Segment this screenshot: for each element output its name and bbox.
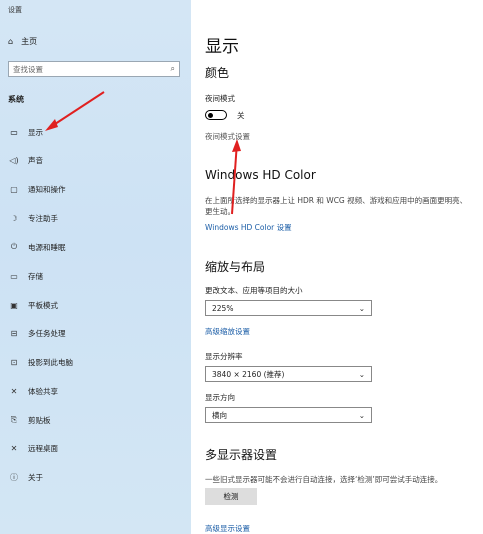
hdr-description: 在上面所选择的显示器上让 HDR 和 WCG 视频、游戏和应用中的画面更明亮、更… (205, 196, 468, 216)
sidebar-item-label: 显示 (28, 127, 43, 137)
sidebar-section-title: 系统 (8, 95, 24, 104)
info-icon: ⓘ (10, 472, 18, 482)
toggle-knob (208, 112, 213, 118)
remote-desktop-icon: ✕ (10, 443, 18, 453)
sidebar-item-project[interactable]: ⊡ 投影到此电脑 (0, 354, 191, 370)
sidebar-item-focus-assist[interactable]: ☽ 专注助手 (0, 210, 191, 226)
scale-heading: 缩放与布局 (205, 260, 266, 274)
clipboard-icon: ⎘ (10, 415, 18, 424)
search-input[interactable]: 查找设置 ⌕ (8, 61, 180, 77)
resolution-dropdown[interactable]: 3840 × 2160 (推荐) ⌄ (205, 366, 372, 382)
orientation-dropdown[interactable]: 横向 ⌄ (205, 407, 372, 423)
sidebar-item-share[interactable]: ✕ 体验共享 (0, 383, 191, 399)
multi-display-description: 一些旧式显示器可能不会进行自动连接，选择‘检测’即可尝试手动连接。 (205, 475, 443, 484)
sidebar-item-sound[interactable]: ◁) 声音 (0, 152, 191, 168)
monitor-icon: ▭ (10, 127, 18, 137)
hdr-heading: Windows HD Color (205, 168, 316, 182)
night-mode-settings-link[interactable]: 夜间模式设置 (205, 131, 250, 142)
sidebar-home-label: 主页 (21, 37, 38, 46)
sidebar-item-about[interactable]: ⓘ 关于 (0, 469, 191, 485)
scale-value: 225% (212, 303, 234, 313)
chevron-down-icon: ⌄ (358, 303, 365, 313)
sidebar-home[interactable]: ⌂ 主页 (8, 36, 37, 47)
search-placeholder: 查找设置 (13, 64, 43, 74)
sidebar-item-clipboard[interactable]: ⎘ 剪贴板 (0, 412, 191, 428)
sidebar-item-label: 关于 (28, 472, 43, 482)
sidebar-item-label: 通知和操作 (28, 184, 66, 194)
page-title: 显示 (205, 37, 239, 57)
tablet-icon: ▣ (10, 300, 18, 310)
resolution-value: 3840 × 2160 (推荐) (212, 369, 285, 379)
chevron-down-icon: ⌄ (358, 369, 365, 379)
detect-button[interactable]: 检测 (205, 488, 257, 505)
color-heading: 颜色 (205, 66, 230, 80)
sidebar-item-remote-desktop[interactable]: ✕ 远程桌面 (0, 440, 191, 456)
sidebar-item-notifications[interactable]: ▢ 通知和操作 (0, 181, 191, 197)
scale-label: 更改文本、应用等项目的大小 (205, 286, 303, 295)
speaker-icon: ◁) (9, 155, 19, 165)
sidebar-item-label: 体验共享 (28, 386, 58, 396)
multi-display-heading: 多显示器设置 (205, 448, 278, 462)
sidebar-item-label: 存储 (28, 271, 43, 281)
sidebar-item-power[interactable]: ⏻ 电源和睡眠 (0, 239, 191, 255)
advanced-display-link[interactable]: 高级显示设置 (205, 523, 250, 534)
night-mode-toggle[interactable] (205, 110, 227, 120)
sidebar-item-label: 专注助手 (28, 213, 58, 223)
sidebar-item-label: 远程桌面 (28, 443, 58, 453)
hdr-settings-link[interactable]: Windows HD Color 设置 (205, 222, 292, 233)
sidebar-item-display[interactable]: ▭ 显示 (0, 124, 191, 140)
sidebar-item-label: 平板模式 (28, 300, 58, 310)
storage-icon: ▭ (10, 271, 18, 281)
window-title: 设置 (8, 6, 22, 14)
sidebar-item-label: 多任务处理 (28, 328, 66, 338)
night-mode-state: 关 (237, 111, 245, 120)
home-icon: ⌂ (8, 37, 14, 46)
orientation-value: 横向 (212, 410, 227, 420)
multitask-icon: ⊟ (10, 328, 18, 338)
resolution-label: 显示分辨率 (205, 352, 243, 361)
sidebar-item-label: 声音 (28, 155, 43, 165)
project-icon: ⊡ (10, 357, 18, 367)
sidebar-item-label: 投影到此电脑 (28, 357, 73, 367)
chevron-down-icon: ⌄ (358, 410, 365, 420)
night-mode-label: 夜间模式 (205, 94, 235, 103)
sidebar: 设置 ⌂ 主页 查找设置 ⌕ 系统 ▭ 显示 ◁) 声音 ▢ 通知和操作 ☽ 专… (0, 0, 191, 534)
share-icon: ✕ (10, 386, 18, 396)
moon-icon: ☽ (10, 213, 18, 223)
scale-dropdown[interactable]: 225% ⌄ (205, 300, 372, 316)
sidebar-item-tablet[interactable]: ▣ 平板模式 (0, 297, 191, 313)
sidebar-item-multitasking[interactable]: ⊟ 多任务处理 (0, 325, 191, 341)
sidebar-item-label: 剪贴板 (28, 415, 51, 425)
main-panel: 显示 颜色 夜间模式 关 夜间模式设置 Windows HD Color 在上面… (191, 0, 483, 534)
advanced-scale-link[interactable]: 高级缩放设置 (205, 326, 250, 337)
power-icon: ⏻ (10, 242, 18, 251)
sidebar-item-storage[interactable]: ▭ 存储 (0, 268, 191, 284)
search-icon: ⌕ (170, 64, 175, 73)
notification-icon: ▢ (10, 184, 18, 194)
orientation-label: 显示方向 (205, 393, 235, 402)
sidebar-item-label: 电源和睡眠 (28, 242, 66, 252)
